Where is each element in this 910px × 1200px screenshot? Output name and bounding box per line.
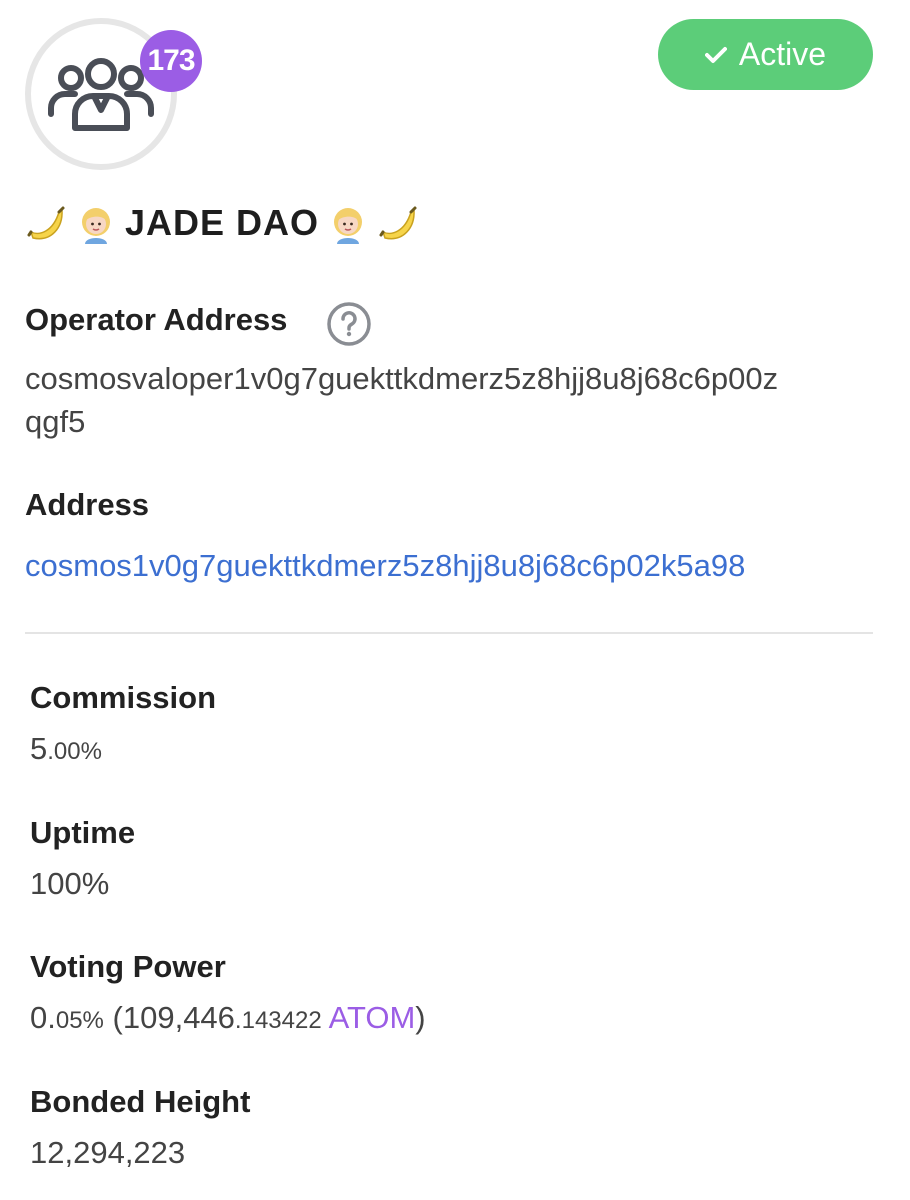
uptime-label: Uptime bbox=[30, 815, 136, 850]
bonded-height-value: 12,294,223 bbox=[30, 1135, 186, 1170]
validator-name: JADE DAO bbox=[125, 202, 320, 243]
operator-address-line-1: cosmosvaloper1v0g7guekttkdmerz5z8hjj8u8j… bbox=[25, 361, 779, 396]
commission-value: 5.00% bbox=[30, 731, 102, 767]
operator-address-line-2: qgf5 bbox=[25, 404, 86, 439]
status-badge: Active bbox=[658, 19, 873, 90]
voting-power-pct-dec: 05% bbox=[55, 1007, 104, 1034]
uptime-value: 100% bbox=[30, 866, 110, 901]
atom-denom: ATOM bbox=[328, 1000, 416, 1035]
banana-emoji bbox=[377, 202, 419, 244]
address-label: Address bbox=[25, 487, 150, 522]
woman-emoji bbox=[75, 202, 117, 244]
commission-dec: .00% bbox=[47, 738, 102, 765]
question-icon[interactable] bbox=[326, 301, 372, 347]
banana-emoji bbox=[25, 202, 67, 244]
delegator-count-badge: 173 bbox=[140, 30, 202, 92]
check-icon bbox=[704, 46, 727, 63]
bonded-height-label: Bonded Height bbox=[30, 1084, 251, 1119]
operator-address-label: Operator Address bbox=[25, 302, 288, 337]
woman-emoji bbox=[327, 202, 369, 244]
validator-name-row: JADE DAO bbox=[25, 193, 419, 253]
commission-label: Commission bbox=[30, 680, 217, 715]
commission-int: 5 bbox=[30, 731, 48, 766]
address-link[interactable]: cosmos1v0g7guekttkdmerz5z8hjj8u8j68c6p02… bbox=[25, 548, 745, 584]
status-label: Active bbox=[738, 36, 827, 72]
validator-avatar: 173 bbox=[25, 18, 202, 170]
voting-power-amount-dec: .143422 bbox=[234, 1007, 322, 1034]
voting-power-pct-int: 0. bbox=[30, 1000, 56, 1035]
section-divider bbox=[25, 632, 873, 634]
voting-power-value: 0.05% (109,446.143422 ATOM) bbox=[30, 1000, 426, 1036]
voting-power-amount-int: (109,446 bbox=[112, 1000, 235, 1035]
voting-power-label: Voting Power bbox=[30, 949, 226, 984]
voting-power-close: ) bbox=[415, 1000, 426, 1035]
